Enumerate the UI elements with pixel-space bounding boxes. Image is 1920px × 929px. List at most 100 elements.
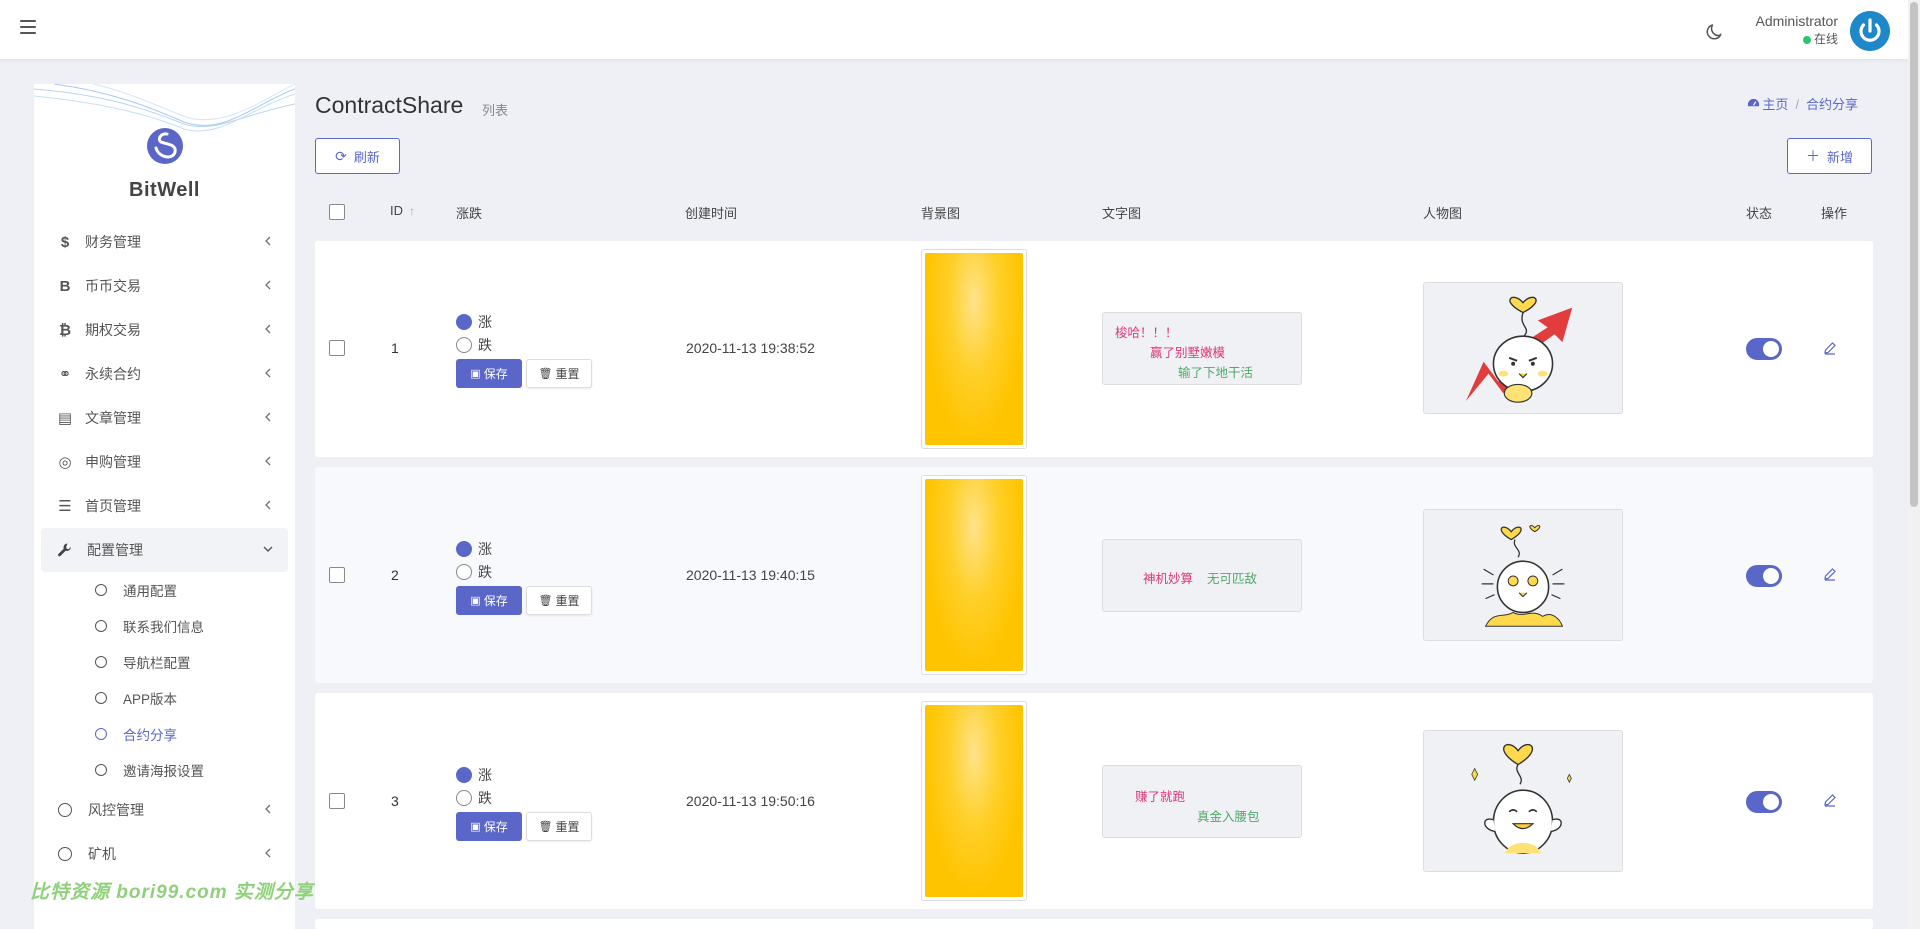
circle-icon	[95, 584, 107, 596]
rise-radio-option[interactable]: 涨	[456, 310, 592, 333]
rocket-arrow-chick-icon[interactable]	[1423, 282, 1623, 414]
submenu-item-contract-share[interactable]: 合约分享	[41, 716, 288, 752]
row-checkbox[interactable]	[329, 793, 345, 809]
text-image-line: 输了下地干活	[1178, 366, 1254, 380]
sidebar-item-config[interactable]: 配置管理	[41, 528, 288, 572]
submenu-item-label: 合约分享	[123, 728, 177, 743]
rise-label: 涨	[478, 313, 492, 330]
column-direction: 涨跌	[456, 206, 483, 221]
status-toggle[interactable]	[1746, 791, 1782, 813]
radio-checked-icon[interactable]	[456, 540, 472, 557]
submenu-item-nav-config[interactable]: 导航栏配置	[41, 644, 288, 680]
status-toggle[interactable]	[1746, 338, 1782, 360]
rise-radio-option[interactable]: 涨	[456, 763, 592, 786]
save-button-label: 保存	[483, 367, 508, 381]
trash-icon: 🗑	[538, 595, 553, 607]
page-scrollbar[interactable]	[1908, 0, 1920, 929]
newspaper-icon: ▤	[57, 410, 73, 427]
submenu-item-invite-poster[interactable]: 邀请海报设置	[41, 752, 288, 788]
coin-eyes-chick-icon[interactable]	[1423, 509, 1623, 641]
hamburger-menu-icon[interactable]	[20, 20, 36, 34]
sidebar-item-subscription[interactable]: ◎ 申购管理	[41, 440, 288, 484]
text-image-line: 真金入腰包	[1197, 810, 1260, 824]
reset-button[interactable]: 🗑 重置	[526, 812, 592, 841]
table-row	[315, 919, 1873, 929]
text-image-thumbnail[interactable]: 梭哈！！！ 赢了别墅嫩模 输了下地干活	[1102, 312, 1302, 385]
dark-mode-moon-icon[interactable]	[1705, 21, 1725, 41]
radio-unchecked-icon[interactable]	[456, 789, 472, 806]
radio-checked-icon[interactable]	[456, 313, 472, 330]
sort-up-icon: ↑	[409, 204, 415, 218]
add-button[interactable]: ＋ 新增	[1787, 138, 1872, 174]
select-all-checkbox[interactable]	[329, 204, 345, 220]
refresh-button[interactable]: ⟳ 刷新	[315, 138, 400, 174]
status-toggle[interactable]	[1746, 565, 1782, 587]
reset-button[interactable]: 🗑 重置	[526, 359, 592, 388]
sidebar-item-articles[interactable]: ▤ 文章管理	[41, 396, 288, 440]
happy-heart-chick-icon[interactable]	[1423, 730, 1623, 872]
edit-pencil-icon[interactable]	[1823, 341, 1837, 355]
created-time: 2020-11-13 19:50:16	[686, 793, 815, 809]
submenu-item-contact-info[interactable]: 联系我们信息	[41, 608, 288, 644]
bitcoin-icon: ₿	[58, 321, 72, 339]
fall-radio-option[interactable]: 跌	[456, 333, 592, 356]
fall-radio-option[interactable]: 跌	[456, 786, 592, 809]
chevron-left-icon	[265, 368, 271, 378]
sidebar-item-label: 风控管理	[88, 802, 144, 818]
submenu-item-label: APP版本	[123, 692, 178, 707]
top-navbar: Administrator 在线	[0, 0, 1920, 60]
fall-radio-option[interactable]: 跌	[456, 560, 592, 583]
chevron-left-icon	[265, 236, 271, 246]
user-status-label: 在线	[1813, 32, 1838, 46]
column-created-time: 创建时间	[685, 206, 738, 221]
radio-unchecked-icon[interactable]	[456, 336, 472, 353]
column-text-image: 文字图	[1102, 206, 1142, 221]
sidebar: BitWell $ 财务管理 B 币币交易 ₿ 期权交易 ⚭ 永续合约 ▤ 文章…	[34, 84, 295, 929]
sidebar-item-mining[interactable]: 矿机	[41, 832, 288, 876]
row-checkbox[interactable]	[329, 567, 345, 583]
reset-button-label: 重置	[555, 367, 580, 381]
background-image-thumbnail[interactable]	[921, 475, 1027, 675]
row-id: 3	[391, 793, 399, 809]
trash-icon: 🗑	[538, 368, 553, 380]
save-button-label: 保存	[483, 594, 508, 608]
sidebar-item-perpetual[interactable]: ⚭ 永续合约	[41, 352, 288, 396]
save-button[interactable]: ▣ 保存	[456, 359, 522, 388]
add-button-label: 新增	[1826, 149, 1853, 165]
submenu-item-general-config[interactable]: 通用配置	[41, 572, 288, 608]
edit-pencil-icon[interactable]	[1823, 567, 1837, 581]
column-id[interactable]: ID ↑	[390, 203, 415, 218]
avatar-power-icon[interactable]	[1850, 11, 1890, 51]
sidebar-item-risk-control[interactable]: 风控管理	[41, 788, 288, 832]
sidebar-item-homepage[interactable]: ☰ 首页管理	[41, 484, 288, 528]
radio-unchecked-icon[interactable]	[456, 563, 472, 580]
sidebar-item-finance[interactable]: $ 财务管理	[41, 220, 288, 264]
sidebar-item-spot-trading[interactable]: B 币币交易	[41, 264, 288, 308]
scrollbar-thumb[interactable]	[1910, 2, 1918, 507]
direction-cell: 涨 跌 ▣ 保存 🗑 重置	[456, 763, 592, 841]
floppy-disk-icon: ▣	[470, 595, 481, 607]
background-image-thumbnail[interactable]	[921, 249, 1027, 449]
user-info[interactable]: Administrator 在线	[1756, 12, 1838, 48]
circle-icon	[95, 656, 107, 668]
breadcrumb-home-link[interactable]: 主页	[1762, 97, 1788, 112]
submenu-item-app-version[interactable]: APP版本	[41, 680, 288, 716]
sidebar-item-label: 首页管理	[85, 498, 141, 514]
edit-pencil-icon[interactable]	[1823, 793, 1837, 807]
text-image-line: 梭哈！！！	[1115, 326, 1178, 340]
reset-button[interactable]: 🗑 重置	[526, 586, 592, 615]
save-button[interactable]: ▣ 保存	[456, 586, 522, 615]
column-actions: 操作	[1821, 206, 1848, 221]
rise-radio-option[interactable]: 涨	[456, 537, 592, 560]
text-image-thumbnail[interactable]: 神机妙算 无可匹敌	[1102, 539, 1302, 612]
sidebar-item-options[interactable]: ₿ 期权交易	[41, 308, 288, 352]
chevron-left-icon	[265, 324, 271, 334]
user-name: Administrator	[1755, 13, 1838, 29]
radio-checked-icon[interactable]	[456, 766, 472, 783]
row-checkbox[interactable]	[329, 340, 345, 356]
background-image-thumbnail[interactable]	[921, 701, 1027, 901]
sidebar-item-label: 文章管理	[85, 410, 141, 426]
direction-cell: 涨 跌 ▣ 保存 🗑 重置	[456, 537, 592, 615]
save-button[interactable]: ▣ 保存	[456, 812, 522, 841]
text-image-thumbnail[interactable]: 赚了就跑 真金入腰包	[1102, 765, 1302, 838]
